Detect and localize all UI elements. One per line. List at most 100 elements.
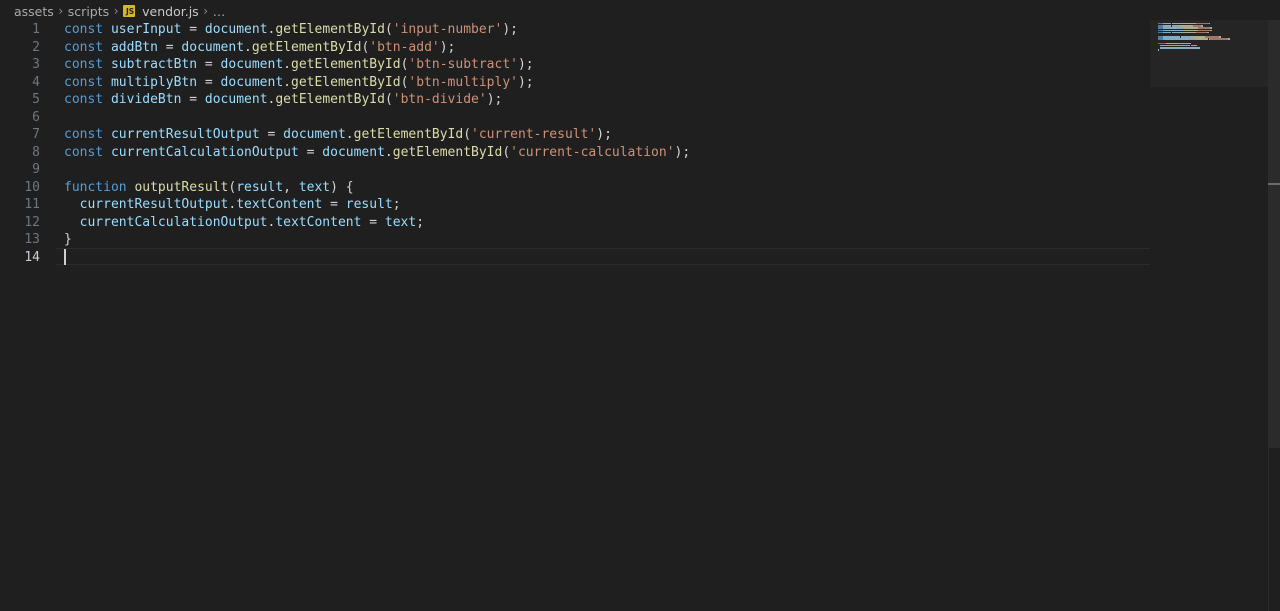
code-token: ; [416, 214, 425, 230]
minimap[interactable] [1150, 20, 1268, 87]
code-line[interactable]: 14 [0, 249, 1150, 267]
breadcrumb-item-assets[interactable]: assets [14, 4, 54, 19]
minimap-token [1159, 47, 1182, 49]
code-text: const userInput = document.getElementByI… [64, 21, 518, 39]
code-token: ( [384, 92, 393, 107]
text-cursor [64, 249, 66, 265]
minimap-token [1174, 23, 1182, 25]
code-token: 'btn-divide' [392, 92, 487, 107]
code-token: = [259, 127, 284, 142]
minimap-token [1193, 25, 1202, 27]
code-token: document [220, 57, 284, 72]
line-number: 13 [24, 232, 40, 247]
code-token: . [345, 127, 354, 142]
minimap-token [1163, 31, 1172, 34]
code-line[interactable]: 12 currentCalculationOutput.textContent … [0, 214, 1150, 232]
minimap-token [1210, 27, 1213, 29]
code-text: const addBtn = document.getElementById('… [64, 39, 455, 57]
minimap-token [1163, 36, 1181, 38]
code-token: . [384, 144, 393, 160]
line-number: 2 [32, 39, 40, 55]
code-token: const [64, 144, 111, 160]
code-token: 'btn-add' [369, 39, 440, 55]
code-token: outputResult [134, 179, 229, 195]
minimap-token [1205, 36, 1220, 38]
code-token: ( [384, 22, 393, 37]
code-line[interactable]: 5 const divideBtn = document.getElementBy… [0, 91, 1150, 109]
code-token: ( [463, 127, 472, 142]
code-text: currentCalculationOutput.textContent = t… [64, 214, 424, 232]
code-token: 'input-number' [392, 22, 503, 37]
code-line[interactable]: 7 const currentResultOutput = document.ge… [0, 126, 1150, 144]
minimap-token [1195, 38, 1209, 40]
code-line[interactable]: 3 const subtractBtn = document.getElement… [0, 56, 1150, 74]
minimap-token [1163, 29, 1174, 31]
minimap-token [1219, 36, 1222, 38]
code-editor[interactable]: 1 const userInput = document.getElementBy… [0, 20, 1150, 611]
code-token: currentResultOutput [79, 197, 229, 212]
line-number: 3 [32, 57, 40, 72]
code-token: = [197, 57, 221, 72]
code-token: getElementById [275, 92, 385, 107]
code-token: getElementById [291, 74, 401, 90]
code-token: getElementById [291, 57, 401, 72]
code-token: ); [517, 74, 534, 90]
breadcrumb-item-scripts[interactable]: scripts [68, 4, 109, 19]
code-token: ); [486, 92, 503, 107]
code-token: result [236, 179, 284, 195]
code-token: const [64, 57, 111, 72]
code-line[interactable]: 2 const addBtn = document.getElementById(… [0, 39, 1150, 57]
code-token: currentCalculationOutput [110, 144, 299, 160]
code-token: document [322, 144, 385, 160]
minimap-token [1163, 23, 1172, 25]
minimap-token [1210, 29, 1213, 31]
code-line[interactable]: 8 const currentCalculationOutput = docume… [0, 144, 1150, 162]
line-number: 4 [32, 74, 40, 90]
code-token: } [64, 232, 72, 247]
code-token: const [64, 74, 111, 90]
minimap-token [1184, 29, 1197, 31]
code-token: ); [502, 22, 518, 37]
code-token: document [283, 127, 346, 142]
line-number: 8 [32, 144, 40, 160]
code-line[interactable]: 10 function outputResult(result, text) { [0, 179, 1150, 197]
minimap-token [1158, 42, 1167, 45]
minimap-token [1183, 36, 1191, 38]
code-token: textContent [275, 214, 362, 230]
code-text: const currentCalculationOutput = documen… [64, 144, 690, 162]
breadcrumb-file-label: vendor.js [142, 3, 199, 19]
code-line[interactable]: 6 [0, 109, 1150, 127]
minimap-token [1228, 38, 1231, 40]
code-text: currentResultOutput.textContent = result… [64, 196, 401, 214]
code-token: textContent [236, 197, 323, 212]
code-token: const [64, 39, 111, 55]
code-line[interactable]: 11 currentResultOutput.textContent = res… [0, 196, 1150, 214]
code-token: = [322, 197, 346, 212]
code-token: getElementById [251, 39, 362, 55]
code-line[interactable]: 1 const userInput = document.getElementBy… [0, 21, 1150, 39]
line-number: 9 [32, 162, 40, 177]
code-token: currentResultOutput [110, 127, 260, 142]
code-token: function [64, 179, 135, 195]
code-text: const divideBtn = document.getElementByI… [64, 91, 502, 109]
code-token: = [197, 74, 221, 90]
breadcrumb-item-file[interactable]: JS vendor.js [123, 4, 199, 19]
code-token: ); [439, 39, 456, 55]
line-number: 11 [24, 197, 40, 212]
minimap-token [1184, 27, 1197, 29]
code-token: subtractBtn [110, 57, 198, 72]
code-token: . [283, 57, 291, 72]
code-token: = [361, 214, 385, 230]
code-line[interactable]: 9 [0, 161, 1150, 179]
minimap-token [1159, 45, 1177, 47]
minimap-token [1197, 29, 1211, 31]
breadcrumb-more[interactable]: … [213, 4, 226, 19]
javascript-file-icon: JS [123, 5, 136, 17]
code-line[interactable]: 4 const multiplyBtn = document.getElement… [0, 74, 1150, 92]
code-line[interactable]: 13} [0, 231, 1150, 249]
code-text: } [64, 231, 72, 249]
minimap-token [1176, 27, 1184, 29]
scrollbar-thumb[interactable] [1268, 20, 1280, 448]
